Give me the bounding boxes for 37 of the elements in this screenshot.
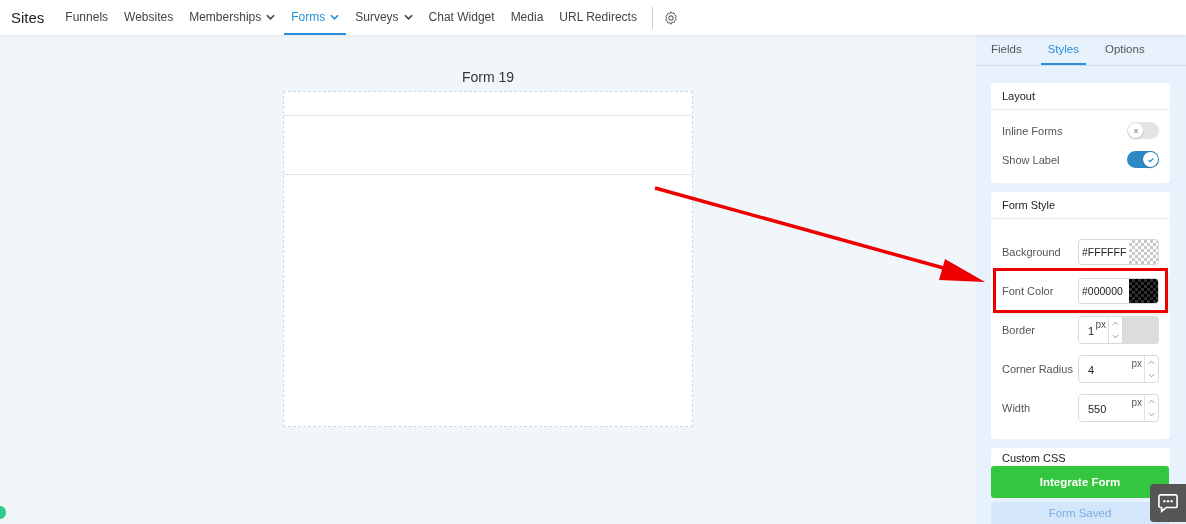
number-field[interactable]: 1px <box>1078 315 1123 344</box>
color-field[interactable]: #FFFFFF <box>1078 238 1159 265</box>
form-title: Form 19 <box>461 69 515 85</box>
toggle-label: Inline Forms <box>1002 124 1063 137</box>
close-icon <box>1132 127 1139 134</box>
nav-tab[interactable]: Forms <box>284 0 347 35</box>
card-title: Custom CSS <box>1001 451 1067 466</box>
toggle-switch[interactable] <box>1127 122 1159 139</box>
number-field[interactable]: 4 px <box>1078 354 1159 383</box>
field-label: Width <box>1002 401 1031 414</box>
nav-tab[interactable]: Websites <box>117 0 181 35</box>
card-title: Form Style <box>991 192 1170 219</box>
card-title: Layout <box>991 83 1170 110</box>
nav-tab[interactable]: Funnels <box>58 0 116 35</box>
brand-title: Sites <box>11 9 45 26</box>
nav-tab[interactable]: Media <box>503 0 551 35</box>
number-field[interactable]: 550 px <box>1078 393 1159 422</box>
panel-tab[interactable]: Options <box>1098 35 1152 65</box>
color-field[interactable]: #000000 <box>1078 277 1159 304</box>
settings-icon[interactable] <box>662 9 679 26</box>
check-icon <box>1146 155 1155 164</box>
field-label: Background <box>1002 245 1061 258</box>
color-swatch[interactable] <box>1129 278 1158 303</box>
chat-icon <box>1157 493 1179 513</box>
chat-button[interactable] <box>1150 484 1186 522</box>
field-label: Border <box>1002 323 1036 336</box>
nav-tab[interactable]: Chat Widget <box>421 0 502 35</box>
panel-tab[interactable]: Fields <box>984 35 1029 65</box>
field-label: Font Color <box>1002 284 1054 297</box>
nav-tab[interactable]: URL Redirects <box>552 0 644 35</box>
toggle-label: Show Label <box>1002 153 1060 166</box>
disabled-area <box>1123 315 1159 344</box>
color-swatch[interactable] <box>1129 239 1158 264</box>
field-label: Corner Radius <box>1002 362 1073 375</box>
nav-tab[interactable]: Surveys <box>348 0 420 35</box>
nav-tab[interactable]: Memberships <box>182 0 283 35</box>
toggle-switch[interactable] <box>1127 151 1159 168</box>
